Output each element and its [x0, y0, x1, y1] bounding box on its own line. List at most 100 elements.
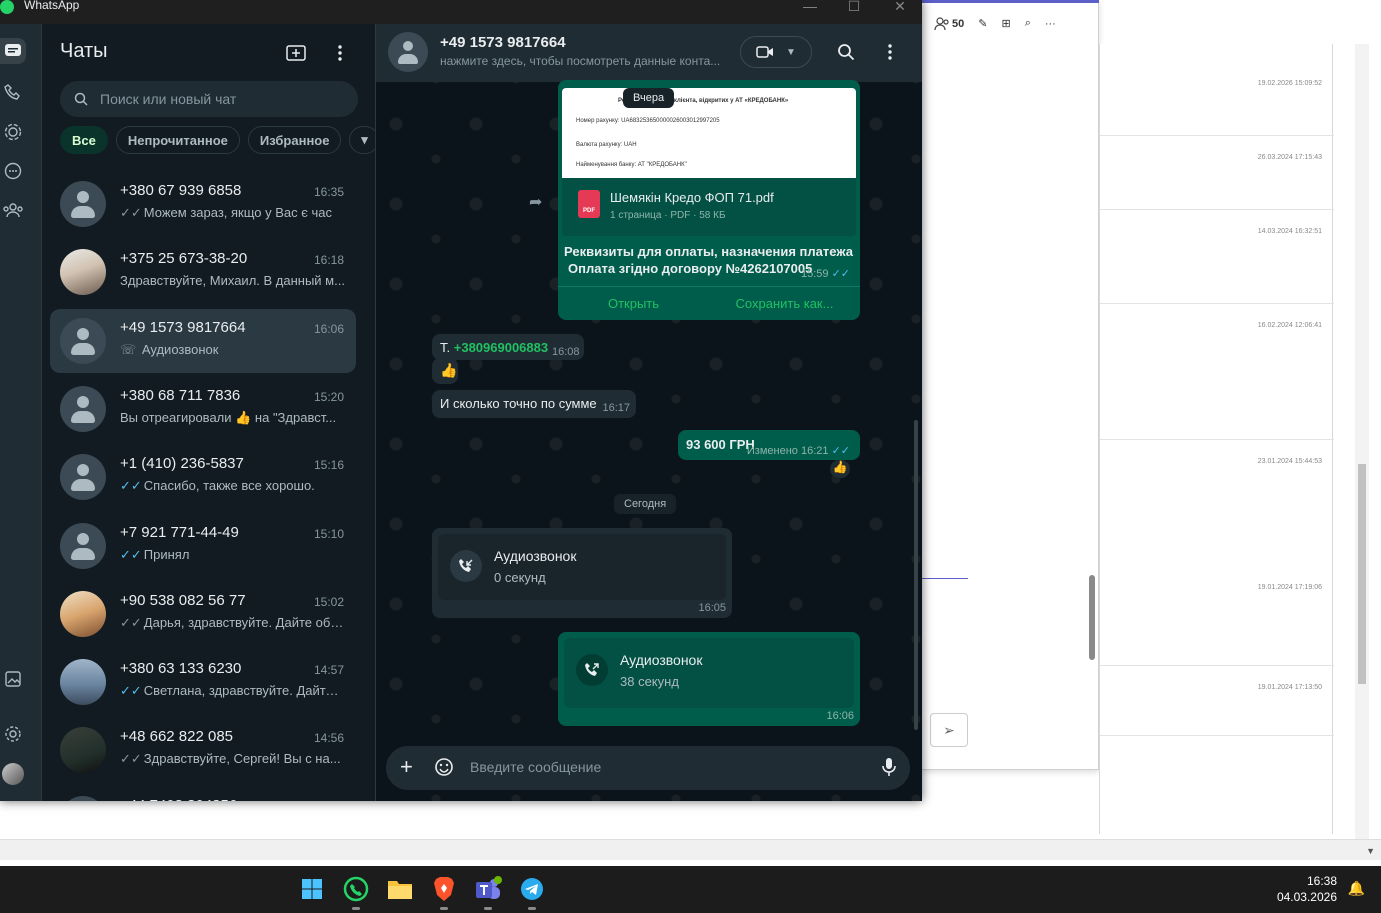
- background-scrollbar[interactable]: [1355, 44, 1369, 844]
- system-clock[interactable]: 16:38 04.03.2026: [1277, 873, 1337, 905]
- contact-name[interactable]: +49 1573 9817664: [440, 34, 566, 51]
- pdf-message[interactable]: Реквізити рахунку клієнта, відкритих у А…: [558, 80, 860, 320]
- brave-browser-icon[interactable]: [429, 874, 459, 910]
- scroll-down-icon[interactable]: ▼: [1366, 846, 1375, 856]
- list-item[interactable]: 19.02.2026 15:09:52: [1100, 44, 1334, 136]
- window-title: WhatsApp: [24, 0, 80, 12]
- chat-name: +380 67 939 6858: [120, 182, 242, 199]
- file-explorer-icon[interactable]: [385, 874, 415, 904]
- pdf-file-card[interactable]: PDF Шемякін Кредо ФОП 71.pdf 1 страница …: [562, 178, 856, 236]
- maximize-icon[interactable]: ☐: [844, 0, 864, 15]
- title-bar: WhatsApp — ☐ ✕: [0, 0, 922, 24]
- chat-list-item[interactable]: +7 921 771-44-49 15:10 ✓✓ Принял: [50, 514, 356, 578]
- filter-more-chevron-icon[interactable]: ▾: [349, 126, 380, 154]
- chat-name: +48 662 822 085: [120, 728, 234, 746]
- telegram-icon[interactable]: [517, 874, 547, 910]
- incoming-message[interactable]: Т. +380969006883 16:08 👍: [432, 334, 584, 394]
- chat-list-item[interactable]: +375 25 673-38-20 16:18 Здравствуйте, Миха…: [50, 240, 356, 304]
- chat-list-item[interactable]: +49 1573 9817664 16:06 ☏ Аудиозвонок: [50, 308, 356, 373]
- chat-name: +380 63 133 6230: [120, 660, 242, 678]
- close-icon[interactable]: ✕: [890, 0, 910, 15]
- chat-list-item[interactable]: +44 7403 804856 14:24: [50, 787, 356, 801]
- search-icon[interactable]: ⌕: [1025, 17, 1031, 30]
- chat-time: 15:02: [313, 594, 344, 609]
- contact-subtitle[interactable]: нажмите здесь, чтобы посмотреть данные к…: [440, 54, 720, 68]
- forward-icon[interactable]: ➦: [529, 192, 542, 212]
- settings-nav-icon[interactable]: [0, 721, 26, 747]
- media-nav-icon[interactable]: [0, 666, 26, 692]
- conversation-scrollbar[interactable]: [914, 420, 918, 730]
- save-as-button[interactable]: Сохранить как...: [709, 287, 860, 320]
- chat-preview-text: Спасибо, также все хорошо.: [143, 478, 315, 494]
- chat-preview: ✓✓ Дарья, здравствуйте. Дайте обр...: [120, 615, 345, 631]
- edit-icon[interactable]: ✎: [978, 17, 987, 30]
- list-item[interactable]: 19.01.2024 17:13:50: [1100, 684, 1334, 834]
- notification-bell-icon[interactable]: 🔔: [1348, 880, 1365, 897]
- communities-nav-icon[interactable]: [0, 197, 26, 223]
- minimize-icon[interactable]: —: [800, 0, 820, 14]
- incoming-call-message[interactable]: Аудиозвонок 0 секунд 16:05: [432, 528, 732, 618]
- scrollbar-thumb[interactable]: [1358, 464, 1366, 684]
- profile-avatar[interactable]: [0, 761, 26, 787]
- whatsapp-taskbar-icon[interactable]: [341, 874, 371, 910]
- calls-nav-icon[interactable]: [0, 79, 26, 105]
- search-input[interactable]: Поиск или новый чат: [60, 81, 358, 117]
- outgoing-message[interactable]: 93 600 ГРН Изменено 16:21 ✓✓: [678, 430, 860, 460]
- list-item[interactable]: 19.01.2024 17:19:06: [1100, 584, 1334, 736]
- running-indicator: [352, 907, 360, 910]
- panel-scrollbar[interactable]: [1089, 575, 1095, 660]
- participants-button[interactable]: 50: [934, 16, 964, 31]
- chat-list-item[interactable]: +1 (410) 236-5837 15:16 ✓✓ Спасибо, также в…: [50, 445, 356, 509]
- message-time: 16:05: [698, 602, 726, 614]
- menu-icon[interactable]: [878, 40, 902, 64]
- channels-nav-icon[interactable]: [0, 158, 26, 184]
- microphone-icon[interactable]: [882, 757, 896, 782]
- message-text: 93 600 ГРН: [686, 437, 755, 452]
- filter-favorites[interactable]: Избранное: [247, 126, 342, 154]
- list-item[interactable]: 16.02.2024 12:06:41: [1100, 304, 1334, 440]
- video-call-button[interactable]: ▼: [740, 36, 812, 68]
- filter-all[interactable]: Все: [60, 126, 108, 154]
- thumbs-up-icon[interactable]: 👍: [830, 460, 850, 478]
- horizontal-scrollbar[interactable]: ▼: [0, 839, 1381, 860]
- message-time: 15:59 ✓✓: [800, 268, 850, 280]
- list-item[interactable]: 14.03.2024 16:32:51: [1100, 210, 1334, 304]
- phone-link[interactable]: +380969006883: [454, 340, 548, 355]
- contact-avatar[interactable]: [388, 32, 428, 72]
- start-windows-icon[interactable]: [297, 874, 327, 904]
- more-icon[interactable]: ···: [1045, 18, 1056, 30]
- call-title: Аудиозвонок: [494, 548, 577, 564]
- running-indicator: [440, 907, 448, 910]
- open-button[interactable]: Открыть: [558, 287, 709, 320]
- apps-icon[interactable]: ⊞: [1001, 17, 1010, 30]
- chat-list-item[interactable]: +90 538 082 56 77 15:02 ✓✓ Дарья, здравству…: [50, 582, 356, 646]
- status-nav-icon[interactable]: [0, 119, 26, 145]
- read-receipt-icon: ✓✓: [120, 205, 142, 220]
- chat-preview: Здравствуйте, Михаил. В данный м...: [120, 273, 345, 288]
- outgoing-call-message[interactable]: Аудиозвонок 38 секунд 16:06: [558, 632, 860, 726]
- pdf-file-name: Шемякін Кредо ФОП 71.pdf: [610, 190, 774, 205]
- new-chat-icon[interactable]: [285, 42, 307, 64]
- menu-icon[interactable]: [329, 42, 351, 64]
- call-duration: 38 секунд: [620, 674, 679, 689]
- message-input[interactable]: Введите сообщение: [470, 759, 601, 775]
- chat-list-item[interactable]: +48 662 822 085 14:56 ✓✓ Здравствуйте, Серг…: [50, 718, 356, 782]
- sticker-emoji-icon[interactable]: [434, 757, 456, 779]
- chat-list-item[interactable]: +380 68 711 7836 15:20 Вы отреагировали 👍 …: [50, 377, 356, 441]
- chat-preview: ✓✓ Светлана, здравствуйте. Дайте ...: [120, 683, 345, 699]
- chat-preview: Вы отреагировали 👍 на "Здравст...: [120, 410, 345, 426]
- list-item[interactable]: 23.01.2024 15:44:53: [1100, 440, 1334, 666]
- incoming-message[interactable]: И сколько точно по сумме 16:17: [432, 390, 636, 418]
- list-item[interactable]: 26.03.2024 17:15:43: [1100, 136, 1334, 210]
- pdf-preview[interactable]: Реквізити рахунку клієнта, відкритих у А…: [562, 88, 856, 178]
- attach-plus-icon[interactable]: +: [400, 756, 413, 778]
- chat-list-item[interactable]: +380 63 133 6230 14:57 ✓✓ Светлана, здравст…: [50, 650, 356, 714]
- pdf-preview-line: Найменування банку: АТ "КРЕДОБАНК": [576, 162, 687, 168]
- filter-unread[interactable]: Непрочитанное: [115, 126, 240, 154]
- search-icon[interactable]: [834, 40, 858, 64]
- conversation-header[interactable]: +49 1573 9817664 нажмите здесь, чтобы по…: [376, 24, 922, 82]
- chats-nav-icon[interactable]: [0, 38, 26, 64]
- teams-icon[interactable]: [473, 874, 503, 910]
- chat-list-item[interactable]: +380 67 939 6858 16:35 ✓✓ Можем зараз, якщо…: [50, 172, 356, 236]
- send-icon[interactable]: ➢: [930, 713, 968, 747]
